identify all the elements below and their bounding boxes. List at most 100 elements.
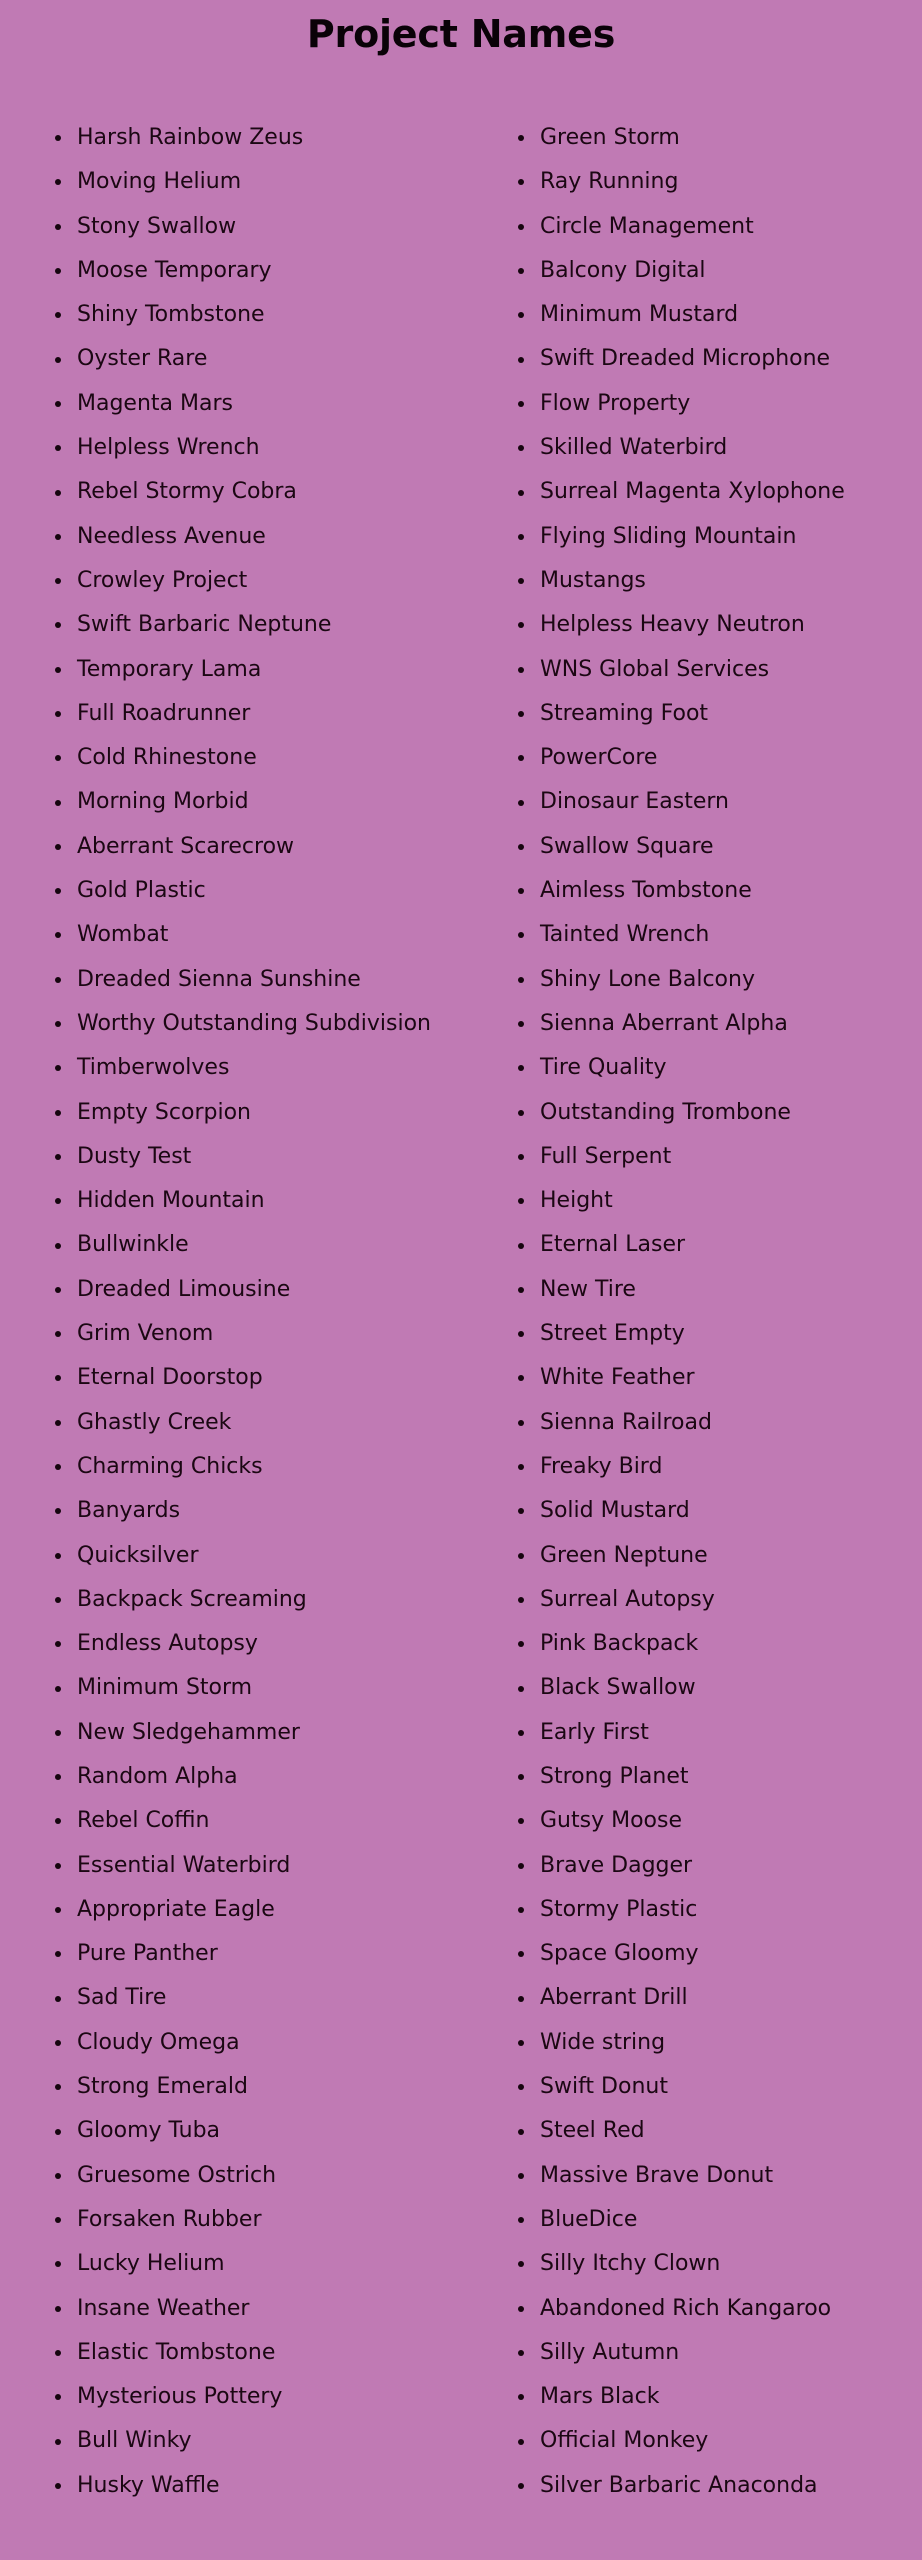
list-item: Pink Backpack bbox=[518, 1622, 922, 1666]
bullet-icon bbox=[518, 356, 524, 363]
list-item: Ghastly Creek bbox=[55, 1401, 518, 1445]
right-column: Green Storm Ray Running Circle Management B… bbox=[518, 116, 922, 2508]
bullet-icon bbox=[518, 1641, 524, 1648]
project-name-label: Helpless Wrench bbox=[77, 435, 260, 461]
list-item: PowerCore bbox=[518, 736, 922, 780]
list-item: Dinosaur Eastern bbox=[518, 780, 922, 824]
project-name-label: Gutsy Moose bbox=[540, 1808, 682, 1834]
list-item: Mysterious Pottery bbox=[55, 2375, 518, 2419]
list-item: Brave Dagger bbox=[518, 1844, 922, 1888]
bullet-icon bbox=[55, 2349, 61, 2356]
bullet-icon bbox=[518, 1508, 524, 1515]
bullet-icon bbox=[55, 223, 61, 230]
bullet-icon bbox=[518, 445, 524, 452]
bullet-icon bbox=[55, 1198, 61, 1205]
project-name-label: BlueDice bbox=[540, 2206, 638, 2232]
bullet-icon bbox=[55, 268, 61, 275]
list-item: Stormy Plastic bbox=[518, 1888, 922, 1932]
project-name-label: Pure Panther bbox=[77, 1941, 218, 1967]
list-item: Silver Barbaric Anaconda bbox=[518, 2464, 922, 2508]
bullet-icon bbox=[518, 1729, 524, 1736]
list-item: Stony Swallow bbox=[55, 205, 518, 249]
list-item: Cloudy Omega bbox=[55, 2021, 518, 2065]
list-item: Minimum Storm bbox=[55, 1666, 518, 1710]
project-name-label: Skilled Waterbird bbox=[540, 435, 728, 461]
bullet-icon bbox=[55, 1508, 61, 1515]
list-item: Swift Donut bbox=[518, 2065, 922, 2109]
list-item: Black Swallow bbox=[518, 1666, 922, 1710]
bullet-icon bbox=[518, 2128, 524, 2135]
project-name-label: Sad Tire bbox=[77, 1985, 167, 2011]
list-item: Moving Helium bbox=[55, 160, 518, 204]
bullet-icon bbox=[518, 976, 524, 983]
bullet-icon bbox=[55, 135, 61, 142]
bullet-icon bbox=[55, 2394, 61, 2401]
project-name-label: Ghastly Creek bbox=[77, 1409, 232, 1435]
project-name-label: Backpack Screaming bbox=[77, 1586, 307, 1612]
project-name-label: Street Empty bbox=[540, 1321, 685, 1347]
project-name-label: Banyards bbox=[77, 1498, 181, 1524]
bullet-icon bbox=[55, 1419, 61, 1426]
bullet-icon bbox=[518, 711, 524, 717]
right-name-list: Green Storm Ray Running Circle Management B… bbox=[518, 116, 922, 2508]
bullet-icon bbox=[55, 666, 61, 673]
project-name-label: Appropriate Eagle bbox=[77, 1896, 275, 1922]
bullet-icon bbox=[55, 1286, 61, 1293]
list-item: Shiny Lone Balcony bbox=[518, 958, 922, 1002]
project-name-label: Aberrant Scarecrow bbox=[77, 833, 295, 859]
bullet-icon bbox=[518, 1331, 524, 1338]
project-name-label: Surreal Magenta Xylophone bbox=[540, 479, 845, 505]
project-name-label: Minimum Mustard bbox=[540, 302, 739, 328]
bullet-icon bbox=[55, 1818, 61, 1825]
list-item: Mars Black bbox=[518, 2375, 922, 2419]
project-name-label: Official Monkey bbox=[540, 2428, 709, 2454]
list-item: Rebel Coffin bbox=[55, 1799, 518, 1843]
list-item: Space Gloomy bbox=[518, 1932, 922, 1976]
project-names-page: Project Names Harsh Rainbow Zeus Moving H… bbox=[0, 0, 922, 2560]
bullet-icon bbox=[518, 1065, 524, 1072]
list-item: Magenta Mars bbox=[55, 382, 518, 426]
list-item: White Feather bbox=[518, 1356, 922, 1400]
project-name-label: PowerCore bbox=[540, 745, 658, 771]
list-item: Rebel Stormy Cobra bbox=[55, 470, 518, 514]
list-item: Gold Plastic bbox=[55, 869, 518, 913]
project-name-label: Endless Autopsy bbox=[77, 1631, 258, 1657]
bullet-icon bbox=[518, 312, 524, 319]
list-item: Steel Red bbox=[518, 2109, 922, 2153]
bullet-icon bbox=[55, 1065, 61, 1072]
bullet-icon bbox=[518, 2438, 524, 2445]
list-item: Lucky Helium bbox=[55, 2242, 518, 2286]
project-name-label: Rebel Stormy Cobra bbox=[77, 479, 297, 505]
list-item: BlueDice bbox=[518, 2198, 922, 2242]
bullet-icon bbox=[518, 2217, 524, 2224]
bullet-icon bbox=[55, 1862, 61, 1869]
bullet-icon bbox=[518, 1774, 524, 1781]
project-name-label: Helpless Heavy Neutron bbox=[540, 612, 805, 638]
project-name-label: Surreal Autopsy bbox=[540, 1586, 715, 1612]
list-item: Outstanding Trombone bbox=[518, 1091, 922, 1135]
project-name-label: Green Neptune bbox=[540, 1542, 708, 1568]
list-item: Green Neptune bbox=[518, 1534, 922, 1578]
project-name-label: Flying Sliding Mountain bbox=[540, 523, 797, 549]
list-item: Backpack Screaming bbox=[55, 1578, 518, 1622]
project-name-label: Solid Mustard bbox=[540, 1498, 690, 1524]
project-name-label: Needless Avenue bbox=[77, 523, 266, 549]
list-item: Tire Quality bbox=[518, 1046, 922, 1090]
bullet-icon bbox=[518, 2349, 524, 2356]
bullet-icon bbox=[55, 400, 61, 407]
list-item: Aimless Tombstone bbox=[518, 869, 922, 913]
list-item: Early First bbox=[518, 1711, 922, 1755]
list-item: Charming Chicks bbox=[55, 1445, 518, 1489]
list-item: Swallow Square bbox=[518, 825, 922, 869]
project-name-label: Swift Donut bbox=[540, 2074, 668, 2100]
project-name-label: Cold Rhinestone bbox=[77, 745, 257, 771]
bullet-icon bbox=[518, 1862, 524, 1869]
project-name-label: Strong Planet bbox=[540, 1763, 689, 1789]
project-name-label: Insane Weather bbox=[77, 2295, 250, 2321]
project-name-label: Rebel Coffin bbox=[77, 1808, 210, 1834]
project-name-label: Morning Morbid bbox=[77, 789, 249, 815]
list-item: Circle Management bbox=[518, 205, 922, 249]
bullet-icon bbox=[55, 1464, 61, 1471]
bullet-icon bbox=[55, 1021, 61, 1028]
bullet-icon bbox=[55, 1907, 61, 1914]
